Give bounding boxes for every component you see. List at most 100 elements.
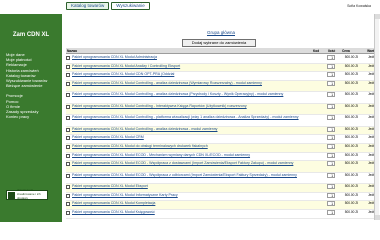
table-row: Pakiet oprogramowania CDN XL Moduł Admin… <box>66 55 376 63</box>
table-row: Pakiet oprogramowania CDN XL Moduł Księg… <box>66 210 376 218</box>
quantity-cell: 1 <box>327 115 341 121</box>
quantity-input[interactable]: 1 <box>327 172 335 178</box>
price-cell: 500.00 Zł <box>344 161 358 166</box>
table-row: Pakiet oprogramowania CDN XL Moduł ECOD … <box>66 161 376 172</box>
quantity-input[interactable]: 1 <box>327 115 335 121</box>
price-cell: 500.00 Zł <box>344 172 358 177</box>
price-cell: 500.00 Zł <box>344 55 358 59</box>
page-title[interactable]: Grupa główna <box>62 30 380 35</box>
sidebar-menu: Moje dane Moje płatności Reklamacje Hist… <box>6 52 60 119</box>
product-name-link[interactable]: Pakiet oprogramowania CDN XL Moduł Contr… <box>70 92 312 96</box>
price-cell: 500.00 Zł <box>344 210 358 214</box>
table-row: Pakiet oprogramowania CDN XL Moduł Contr… <box>66 126 376 135</box>
user-info: Sofia Kowalska <box>347 4 371 8</box>
table-row: Pakiet oprogramowania CDN XL Moduł Ekspo… <box>66 184 376 192</box>
quantity-input[interactable]: 1 <box>327 63 335 69</box>
quantity-cell: 1 <box>327 201 341 207</box>
table-row: Pakiet oprogramowania CDN XL Moduł CDN O… <box>66 72 376 80</box>
table-row: Pakiet oprogramowania CDN XL Moduł ECOD … <box>66 172 376 184</box>
quantity-input[interactable]: 1 <box>327 126 335 132</box>
column-header-code: Kod <box>313 49 320 53</box>
product-name-link[interactable]: Pakiet oprogramowania CDN XL Moduł Anali… <box>70 64 312 68</box>
delivery-badge-label: Zamówienia zrealizowane i ich dostawy <box>17 188 41 200</box>
price-cell: 500.00 Zł <box>344 201 358 206</box>
price-cell: 500.00 Zł <box>344 192 358 197</box>
price-cell: 500.00 Zł <box>344 152 358 157</box>
product-name-link[interactable]: Pakiet oprogramowania CDN XL Moduł CRM <box>70 135 312 139</box>
table-row: Pakiet oprogramowania CDN XL Moduł Contr… <box>66 92 376 103</box>
product-name-link[interactable]: Pakiet oprogramowania CDN XL Moduł Ekspo… <box>70 184 312 188</box>
tab-bar: Katalog towarów Wyszukiwanie <box>66 2 150 10</box>
column-header-name: Nazwa <box>67 49 77 53</box>
delivery-badge[interactable]: Zamówienia zrealizowane i ich dostawy <box>6 188 48 200</box>
column-header-price: Cena <box>342 49 350 53</box>
table-row: Pakiet oprogramowania CDN XL Moduł Anali… <box>66 63 376 72</box>
quantity-input[interactable]: 1 <box>327 80 335 86</box>
quantity-input[interactable]: 1 <box>327 92 335 98</box>
price-cell: 500.00 Zł <box>344 80 358 85</box>
product-name-link[interactable]: Pakiet oprogramowania CDN XL Moduł do ob… <box>70 144 312 148</box>
sidebar: Zam CDN XL Moje dane Moje płatności Rekl… <box>0 14 62 222</box>
quantity-input[interactable]: 1 <box>327 55 335 60</box>
table-row: Pakiet oprogramowania CDN XL Moduł do ob… <box>66 144 376 152</box>
quantity-input[interactable]: 1 <box>327 201 335 207</box>
quantity-cell: 1 <box>327 80 341 86</box>
quantity-cell: 1 <box>327 161 341 167</box>
quantity-input[interactable]: 1 <box>327 144 335 149</box>
sidebar-item-logout[interactable]: Koniec pracy <box>6 114 60 119</box>
quantity-input[interactable]: 1 <box>327 152 335 158</box>
quantity-input[interactable]: 1 <box>327 72 335 78</box>
quantity-cell: 1 <box>327 92 341 98</box>
quantity-input[interactable]: 1 <box>327 192 335 198</box>
main-content: Grupa główna Dodaj wybrane do zamówienia… <box>62 14 380 222</box>
product-name-link[interactable]: Pakiet oprogramowania CDN XL Moduł ECOD … <box>70 173 312 177</box>
product-name-link[interactable]: Pakiet oprogramowania CDN XL Moduł Księg… <box>70 210 312 214</box>
product-name-link[interactable]: Pakiet oprogramowania CDN XL Moduł Contr… <box>70 127 312 131</box>
table-header: Nazwa Kod Ilość Cena Wart. <box>66 48 376 54</box>
truck-icon <box>8 191 15 199</box>
product-name-link[interactable]: Pakiet oprogramowania CDN XL Moduł Contr… <box>70 115 312 119</box>
price-cell: 500.00 Zł <box>344 126 358 131</box>
banner-logo-strip <box>0 0 62 14</box>
product-name-link[interactable]: Pakiet oprogramowania CDN XL Moduł Contr… <box>70 104 312 108</box>
scroll-down-arrow-icon[interactable] <box>375 215 380 220</box>
quantity-cell: 1 <box>327 55 341 60</box>
product-name-link[interactable]: Pakiet oprogramowania CDN XL Moduł Contr… <box>70 81 312 85</box>
table-row: Pakiet oprogramowania CDN XL Moduł Contr… <box>66 115 376 126</box>
scroll-up-arrow-icon[interactable] <box>375 14 380 19</box>
product-name-link[interactable]: Pakiet oprogramowania CDN XL Moduł Infor… <box>70 193 312 197</box>
tab-catalog[interactable]: Katalog towarów <box>66 2 110 10</box>
price-cell: 500.00 Zł <box>344 115 358 120</box>
quantity-cell: 1 <box>327 152 341 158</box>
vertical-scrollbar[interactable] <box>374 14 380 220</box>
quantity-cell: 1 <box>327 172 341 178</box>
price-cell: 500.00 Zł <box>344 144 358 148</box>
row-divider <box>66 217 376 219</box>
product-name-link[interactable]: Pakiet oprogramowania CDN XL Moduł CDN O… <box>70 72 312 76</box>
quantity-cell: 1 <box>327 192 341 198</box>
product-name-link[interactable]: Pakiet oprogramowania CDN XL Moduł ECOD … <box>70 161 312 165</box>
price-cell: 500.00 Zł <box>344 184 358 189</box>
quantity-input[interactable]: 1 <box>327 103 335 109</box>
tab-search[interactable]: Wyszukiwanie <box>111 2 150 10</box>
quantity-input[interactable]: 1 <box>327 210 335 215</box>
app-logo-title: Zam CDN XL <box>12 32 50 38</box>
price-cell: 500.00 Zł <box>344 92 358 97</box>
table-row: Pakiet oprogramowania CDN XL Moduł Contr… <box>66 80 376 92</box>
quantity-input[interactable]: 1 <box>327 161 335 167</box>
product-name-link[interactable]: Pakiet oprogramowania CDN XL Moduł Kompl… <box>70 201 312 205</box>
add-to-order-button[interactable]: Dodaj wybrane do zamówienia <box>182 39 256 47</box>
quantity-cell: 1 <box>327 126 341 132</box>
price-cell: 500.00 Zł <box>344 135 358 140</box>
table-row: Pakiet oprogramowania CDN XL Moduł Contr… <box>66 103 376 115</box>
quantity-cell: 1 <box>327 144 341 149</box>
table-row: Pakiet oprogramowania CDN XL Moduł CRM 1 5… <box>66 135 376 143</box>
quantity-input[interactable]: 1 <box>327 135 335 141</box>
table-row: Pakiet oprogramowania CDN XL Moduł Kompl… <box>66 201 376 209</box>
product-name-link[interactable]: Pakiet oprogramowania CDN XL Moduł ECOD … <box>70 153 312 157</box>
product-name-link[interactable]: Pakiet oprogramowania CDN XL Moduł Admin… <box>70 55 312 59</box>
table-row: Pakiet oprogramowania CDN XL Moduł ECOD … <box>66 152 376 161</box>
quantity-input[interactable]: 1 <box>327 184 335 190</box>
quantity-cell: 1 <box>327 63 341 69</box>
quantity-cell: 1 <box>327 72 341 78</box>
